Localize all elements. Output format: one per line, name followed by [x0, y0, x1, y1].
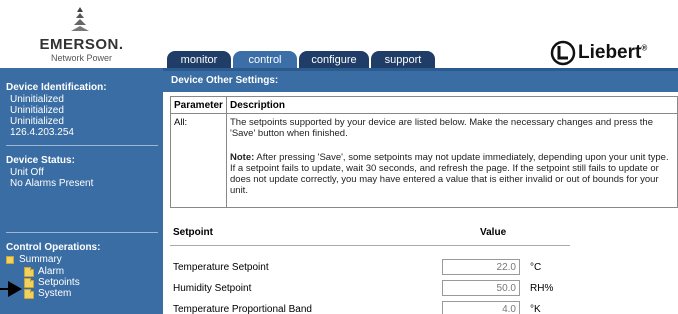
divider — [6, 145, 158, 146]
temperature-setpoint-input[interactable] — [442, 259, 520, 275]
device-id-line: Uninitialized — [10, 94, 64, 105]
setpoint-row: Humidity Setpoint RH% — [170, 279, 678, 297]
partner-name: Liebert® — [578, 42, 648, 63]
device-id-line: Uninitialized — [10, 116, 64, 127]
folder-icon — [24, 267, 34, 277]
setpoint-label: Temperature Setpoint — [173, 262, 269, 273]
main-title-bar: Device Other Settings: — [163, 71, 678, 92]
setpoint-row: Temperature Proportional Band °K — [170, 300, 678, 314]
control-operations-title: Control Operations: — [6, 242, 101, 253]
folder-icon — [24, 289, 34, 299]
tab-configure[interactable]: configure — [299, 51, 369, 69]
header: EMERSON. Network Power monitor control c… — [0, 0, 678, 69]
device-status-title: Device Status: — [6, 155, 75, 166]
setpoint-unit: RH% — [530, 283, 554, 294]
brand-tagline: Network Power — [50, 53, 113, 63]
description-table: Parameter Description All: The setpoints… — [170, 96, 678, 208]
divider — [6, 232, 158, 233]
callout-arrow-line — [0, 288, 8, 290]
setpoint-unit: °C — [530, 262, 542, 273]
divider — [170, 245, 570, 246]
device-status-line: No Alarms Present — [10, 178, 94, 189]
setpoint-label: Temperature Proportional Band — [173, 304, 312, 314]
summary-icon — [6, 256, 14, 264]
tab-monitor[interactable]: monitor — [167, 51, 231, 69]
liebert-logo-icon — [550, 40, 576, 66]
temperature-band-input[interactable] — [442, 301, 520, 314]
brand-name: EMERSON. — [39, 36, 124, 53]
sidebar: Device Identification: Uninitialized Uni… — [0, 68, 163, 314]
page-title: Device Other Settings: — [171, 75, 279, 86]
emerson-logo: EMERSON. Network Power — [0, 0, 163, 68]
device-ip: 126.4.203.254 — [10, 127, 74, 138]
description-text: The setpoints supported by your device a… — [230, 117, 653, 139]
parameter-value: All: — [174, 117, 188, 128]
folder-icon — [24, 278, 34, 288]
setpoint-table-header: Setpoint Value — [170, 224, 570, 244]
device-status-line: Unit Off — [10, 167, 44, 178]
humidity-setpoint-input[interactable] — [442, 280, 520, 296]
value-header: Value — [480, 227, 507, 238]
description-header: Description — [230, 100, 286, 111]
setpoint-unit: °K — [530, 304, 541, 314]
emerson-logo-icon — [71, 7, 89, 31]
description-note: Note: After pressing 'Save', some setpoi… — [230, 152, 669, 196]
liebert-logo: Liebert® — [548, 40, 678, 66]
parameter-header: Parameter — [174, 100, 223, 111]
callout-arrow-icon — [8, 281, 22, 297]
setpoint-label: Humidity Setpoint — [173, 283, 252, 294]
tab-control[interactable]: control — [233, 51, 297, 69]
setpoint-row: Temperature Setpoint °C — [170, 258, 678, 276]
device-id-line: Uninitialized — [10, 105, 64, 116]
device-id-title: Device Identification: — [6, 82, 107, 93]
tab-support[interactable]: support — [371, 51, 435, 69]
description-table-header: Parameter Description — [171, 97, 677, 114]
description-row: All: The setpoints supported by your dev… — [171, 114, 677, 207]
setpoint-header: Setpoint — [173, 227, 213, 238]
